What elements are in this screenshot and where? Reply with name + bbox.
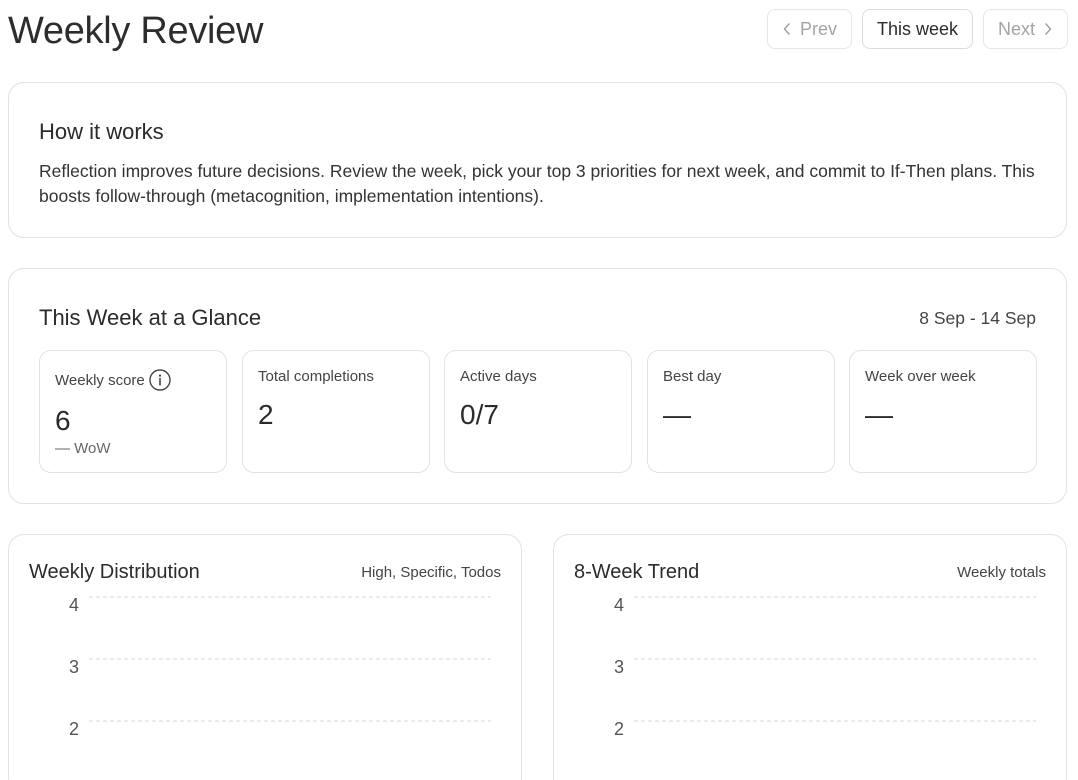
stat-value: — — [865, 399, 893, 430]
stat-label: Total completions — [258, 368, 374, 385]
y-tick-label: 4 — [614, 595, 624, 615]
header: Weekly Review Prev This week Next — [8, 0, 1068, 60]
week-glance-title: This Week at a Glance — [39, 305, 262, 330]
stat-weekly-score: Weekly score 6 — WoW — [39, 350, 227, 473]
stat-total-completions: Total completions 2 — [242, 350, 430, 473]
week-glance-card: This Week at a Glance 8 Sep - 14 Sep Wee… — [8, 268, 1067, 504]
eight-week-trend-card: 8-Week Trend Weekly totals 4321 — [553, 534, 1067, 780]
stat-value: 6 — [55, 405, 71, 436]
week-nav: Prev This week Next — [766, 9, 1068, 49]
y-tick-label: 3 — [614, 657, 624, 677]
weekly-review-page: Weekly Review Prev This week Next How it… — [0, 0, 1078, 780]
this-week-label: This week — [876, 18, 958, 39]
how-it-works-title: How it works — [39, 119, 164, 144]
next-week-button[interactable]: Next — [982, 9, 1068, 49]
how-it-works-text: Reflection improves future decisions. Re… — [39, 161, 1035, 206]
how-it-works-card: How it works Reflection improves future … — [8, 82, 1067, 238]
stat-active-days: Active days 0/7 — [444, 350, 632, 473]
stat-label: Week over week — [865, 368, 976, 385]
prev-week-button[interactable]: Prev — [766, 9, 852, 49]
stat-week-over-week: Week over week — — [849, 350, 1037, 473]
stat-value: — — [663, 399, 691, 430]
chevron-left-icon — [782, 22, 792, 36]
stat-value: 0/7 — [460, 399, 499, 430]
info-icon[interactable] — [148, 368, 172, 392]
next-week-label: Next — [997, 18, 1035, 39]
y-tick-label: 3 — [69, 657, 79, 677]
y-tick-label: 4 — [69, 595, 79, 615]
y-tick-label: 2 — [614, 719, 624, 739]
eight-week-trend-chart: 4321 — [614, 595, 1036, 739]
weekly-distribution-chart: 4321 — [69, 595, 491, 739]
stat-best-day: Best day — — [647, 350, 835, 473]
y-tick-label: 2 — [69, 719, 79, 739]
stat-label: Best day — [663, 368, 722, 385]
week-date-range: 8 Sep - 14 Sep — [919, 308, 1036, 328]
prev-week-label: Prev — [799, 18, 837, 39]
stat-label: Active days — [460, 368, 537, 385]
this-week-button[interactable]: This week — [861, 9, 973, 49]
chevron-right-icon — [1043, 22, 1053, 36]
page-title: Weekly Review — [8, 10, 264, 52]
stat-label: Weekly score — [55, 372, 145, 389]
stat-wow: — WoW — [55, 440, 111, 457]
stat-value: 2 — [258, 399, 274, 430]
weekly-distribution-card: Weekly Distribution High, Specific, Todo… — [8, 534, 522, 780]
